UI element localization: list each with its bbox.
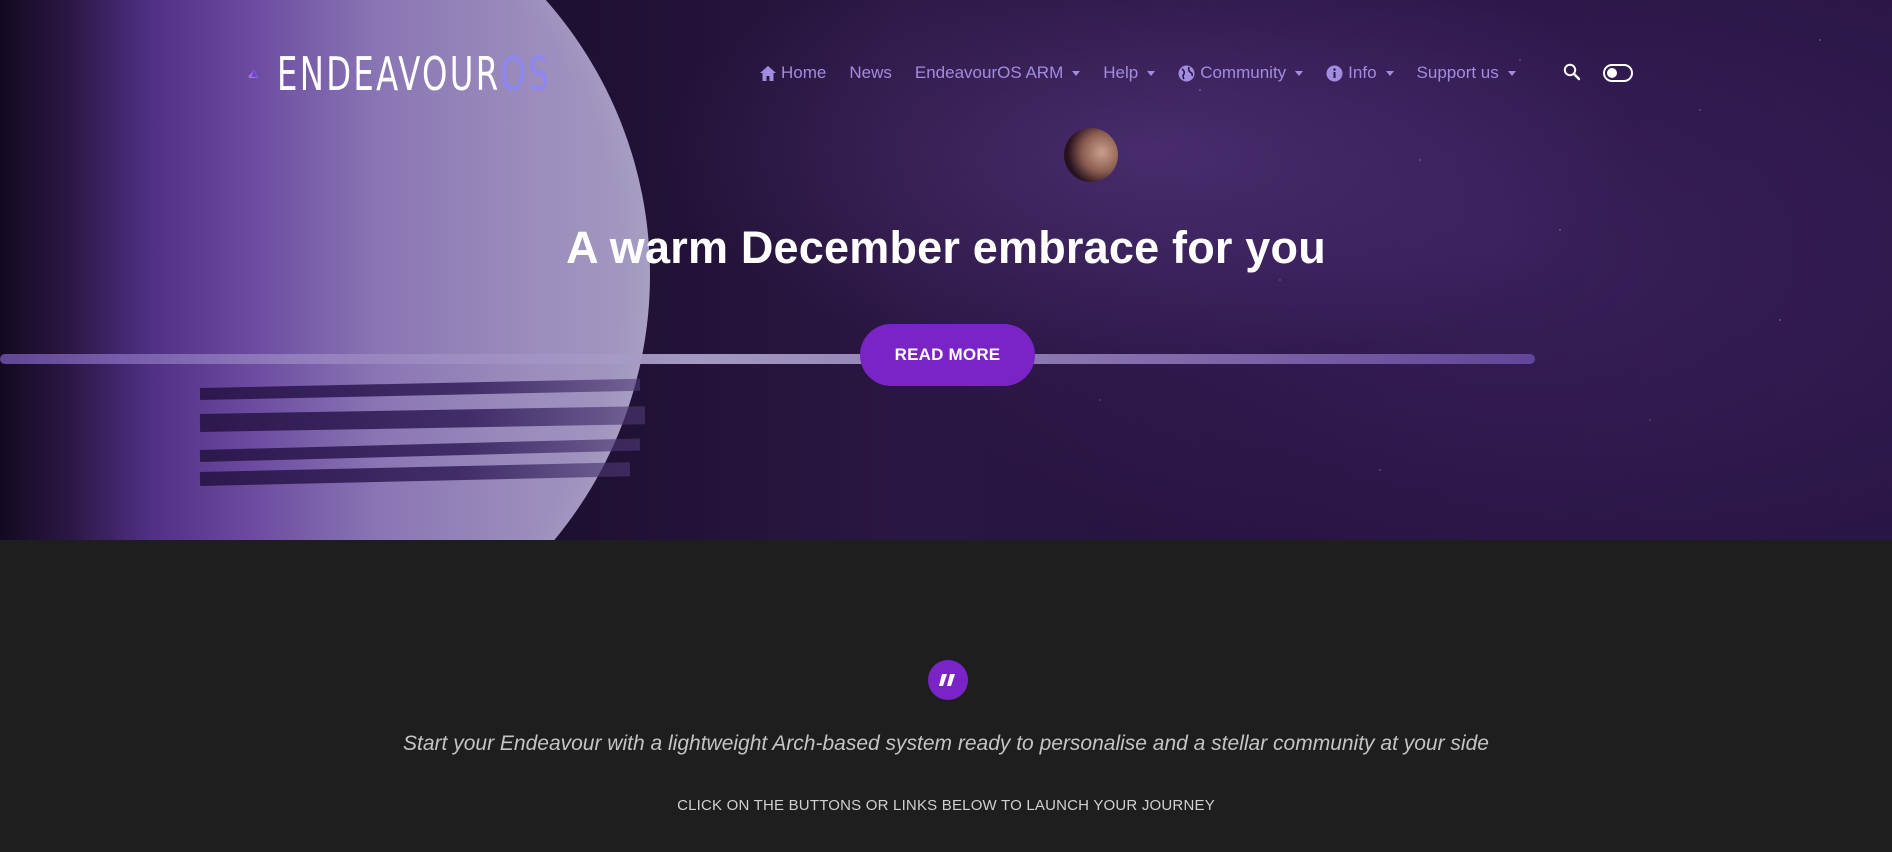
nav-label-community: Community (1200, 63, 1287, 82)
planet-bands (199, 378, 650, 490)
planet-ring (0, 354, 1535, 364)
nav-item-support-us[interactable]: Support us (1417, 63, 1516, 83)
intro-tagline: Start your Endeavour with a lightweight … (403, 732, 1489, 755)
chevron-down-icon (1385, 70, 1394, 76)
chevron-down-icon (1072, 70, 1081, 76)
nav-item-info[interactable]: Info (1326, 63, 1394, 83)
nav-label-news: News (849, 63, 892, 82)
main-nav: Home News EndeavourOS ARM Help Community… (760, 60, 1539, 86)
chevron-down-icon (1147, 70, 1156, 76)
quote-icon (928, 660, 968, 700)
nav-label-help: Help (1103, 63, 1139, 82)
site-logo[interactable]: ENDEAVOUROS (248, 24, 628, 124)
nav-label-info: Info (1348, 63, 1377, 82)
logo-wordmark: ENDEAVOUROS (277, 47, 551, 101)
nav-label-home: Home (781, 63, 827, 82)
endeavouros-logo-icon (248, 69, 259, 79)
logo-wordmark-suffix: OS (500, 47, 551, 101)
site-header: ENDEAVOUROS Home News EndeavourOS ARM He… (0, 0, 1892, 130)
info-icon (1326, 65, 1343, 82)
moon-graphic (1064, 128, 1118, 182)
intro-subtagline: CLICK ON THE BUTTONS OR LINKS BELOW TO L… (677, 797, 1215, 814)
nav-item-home[interactable]: Home (760, 63, 826, 83)
nav-item-community[interactable]: Community (1178, 63, 1304, 83)
nav-label-support-us: Support us (1416, 63, 1499, 82)
hero-title: A warm December embrace for you (566, 222, 1326, 273)
nav-label-endeavouros-arm: EndeavourOS ARM (914, 63, 1064, 82)
theme-toggle[interactable] (1603, 64, 1633, 82)
chevron-down-icon (1295, 70, 1304, 76)
search-button[interactable] (1562, 62, 1584, 84)
nav-item-news[interactable]: News (849, 63, 892, 83)
logo-wordmark-main: ENDEAVOUR (276, 47, 501, 101)
nav-item-help[interactable]: Help (1103, 63, 1156, 83)
toggle-knob (1607, 68, 1617, 78)
search-icon (1563, 63, 1581, 81)
chevron-down-icon (1507, 70, 1516, 76)
home-icon (760, 65, 776, 81)
nav-item-endeavouros-arm[interactable]: EndeavourOS ARM (914, 63, 1081, 83)
read-more-button[interactable]: READ MORE (860, 324, 1035, 386)
globe-icon (1178, 65, 1195, 82)
